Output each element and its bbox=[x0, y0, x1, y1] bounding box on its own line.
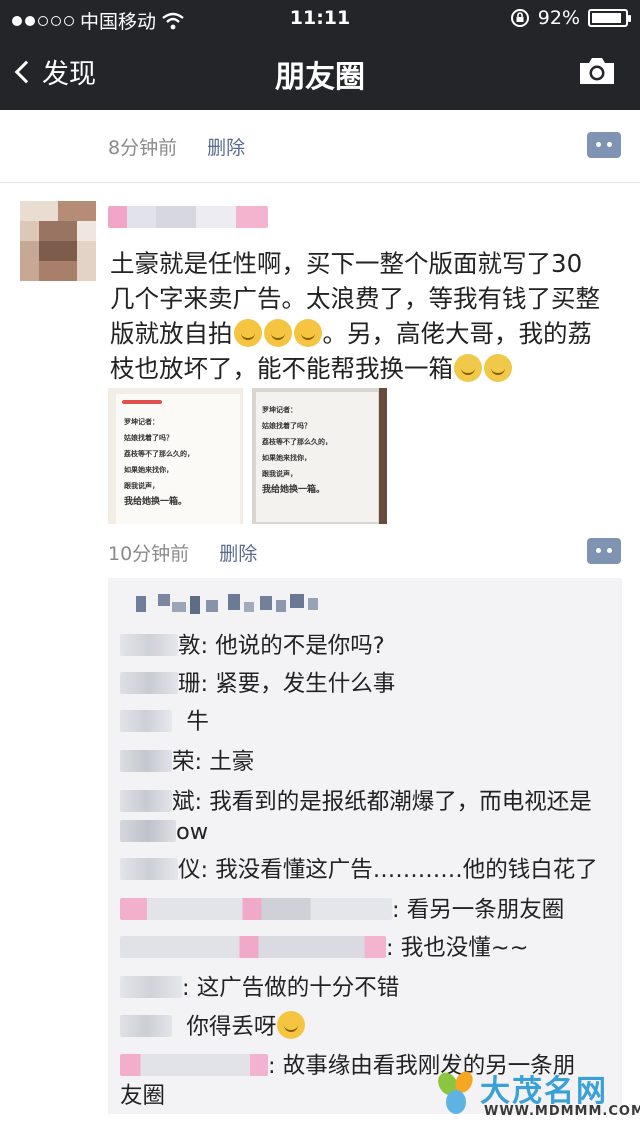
crying-emoji-icon bbox=[484, 354, 512, 382]
reply-names[interactable] bbox=[120, 898, 392, 920]
battery-percent: 92% bbox=[537, 7, 580, 29]
post-line-1: 土豪就是任性啊，买下一整个版面就写了30 bbox=[110, 249, 583, 278]
photo2-line-4: 如果她来找你， bbox=[262, 454, 311, 462]
smirk-emoji-icon bbox=[263, 319, 292, 347]
reply-names[interactable] bbox=[120, 936, 386, 958]
watermark-logo: 大茂名网 WWW.MDMMM.COM bbox=[436, 1066, 640, 1124]
commenter-name[interactable] bbox=[120, 634, 178, 656]
camera-icon[interactable] bbox=[578, 56, 616, 86]
commenter-name[interactable] bbox=[120, 858, 178, 880]
commenter-name-tail: 仪 bbox=[178, 857, 201, 883]
comment-row-continued: 友圈 bbox=[120, 1081, 165, 1111]
photo1-line-1: 罗坤记者： bbox=[124, 418, 159, 426]
post-photo-1[interactable]: 罗坤记者： 姑娘找着了吗？ 荔枝等不了那么久的， 如果她来找你， 跟我说声， 我… bbox=[108, 388, 243, 524]
battery-icon bbox=[588, 9, 631, 27]
post-more-button[interactable] bbox=[587, 538, 621, 564]
post-delete-link[interactable]: 删除 bbox=[219, 543, 257, 565]
photo1-line-2: 姑娘找着了吗？ bbox=[124, 434, 173, 442]
photo1-line-4: 如果她来找你， bbox=[124, 466, 173, 474]
avatar[interactable] bbox=[20, 201, 96, 281]
commenter-name-tail: 荣 bbox=[172, 749, 195, 775]
comment-text: 看另一条朋友圈 bbox=[406, 897, 565, 923]
leaf-logo-icon bbox=[438, 1071, 473, 1114]
comment-text: 你得丢呀 bbox=[186, 1014, 277, 1040]
comment-text: 我也没懂~~ bbox=[400, 935, 529, 961]
crying-emoji-icon bbox=[454, 354, 482, 382]
photo1-line-3: 荔枝等不了那么久的， bbox=[124, 450, 194, 458]
comment-text: 紧要，发生什么事 bbox=[215, 671, 396, 697]
comment-row[interactable]: 仪: 我没看懂这广告…………他的钱白花了 bbox=[120, 855, 598, 885]
blurred-text bbox=[120, 820, 176, 842]
commenter-name[interactable] bbox=[120, 976, 182, 998]
comment-row[interactable]: 珊: 紧要，发生什么事 bbox=[120, 669, 395, 699]
page-title: 朋友圈 bbox=[275, 60, 365, 95]
commenter-name-tail: 斌 bbox=[172, 789, 195, 815]
prev-post-time: 8分钟前 bbox=[108, 137, 178, 159]
prev-post-more-button[interactable] bbox=[587, 132, 621, 158]
comment-text: 他说的不是你吗? bbox=[215, 633, 385, 659]
post-line-4a: 枝也放坏了，能不能帮我换一箱 bbox=[110, 354, 453, 383]
watermark-url: WWW.MDMMM.COM bbox=[484, 1104, 640, 1119]
post-line-3b: 。另，高佬大哥，我的荔 bbox=[322, 319, 593, 348]
comment-row[interactable]: 荣: 土豪 bbox=[120, 747, 254, 777]
comment-text: 牛 bbox=[186, 709, 209, 735]
comment-row-continued: ow bbox=[120, 817, 208, 847]
comment-row[interactable]: 敦: 他说的不是你吗? bbox=[120, 631, 385, 661]
post-meta: 10分钟前 删除 bbox=[108, 539, 257, 566]
comment-text: 友圈 bbox=[120, 1083, 166, 1109]
status-bar: 中国移动 11:11 92% bbox=[0, 0, 640, 36]
post-line-3: 版就放自拍 。另，高佬大哥，我的荔 bbox=[110, 316, 620, 351]
commenter-name[interactable] bbox=[120, 672, 178, 694]
grin-emoji-icon bbox=[277, 1011, 306, 1039]
comment-text: 我没看懂这广告…………他的钱白花了 bbox=[215, 857, 598, 883]
photo2-line-3: 荔枝等不了那么久的， bbox=[262, 438, 332, 446]
status-right: 92% bbox=[510, 7, 631, 29]
post-author-name[interactable] bbox=[108, 206, 268, 228]
comment-row[interactable]: : 这广告做的十分不错 bbox=[120, 973, 399, 1003]
photo2-line-6: 我给她换一箱。 bbox=[262, 485, 326, 495]
commenter-name[interactable] bbox=[120, 710, 172, 732]
commenter-name-tail: 敦 bbox=[178, 633, 201, 659]
comment-text: 土豪 bbox=[209, 749, 255, 775]
prev-post-meta: 8分钟前 删除 bbox=[108, 133, 245, 160]
post-line-4: 枝也放坏了，能不能帮我换一箱 bbox=[110, 351, 620, 386]
nav-bar: 中国移动 11:11 92% 发现 朋友圈 bbox=[0, 0, 640, 110]
prev-post-delete-link[interactable]: 删除 bbox=[207, 137, 245, 159]
rotation-lock-icon bbox=[510, 9, 529, 27]
smirk-emoji-icon bbox=[233, 319, 262, 347]
comment-text: 我看到的是报纸都潮爆了，而电视还是 bbox=[209, 789, 592, 815]
commenter-name[interactable] bbox=[120, 1015, 172, 1037]
comment-row[interactable]: : 我也没懂~~ bbox=[120, 933, 528, 963]
comment-row[interactable]: 斌: 我看到的是报纸都潮爆了，而电视还是 bbox=[120, 787, 592, 817]
photo1-line-6: 我给她换一箱。 bbox=[124, 497, 188, 507]
comment-text: 这广告做的十分不错 bbox=[196, 975, 400, 1001]
comment-row[interactable]: : 看另一条朋友圈 bbox=[120, 895, 564, 925]
reply-names[interactable] bbox=[120, 1054, 268, 1076]
photo1-line-5: 跟我说声， bbox=[124, 482, 159, 490]
post-text: 土豪就是任性啊，买下一整个版面就写了30 几个字来卖广告。太浪费了，等我有钱了买… bbox=[110, 246, 620, 386]
comment-row[interactable]: 你得丢呀 bbox=[120, 1011, 306, 1042]
comment-text: ow bbox=[176, 819, 209, 845]
smirk-emoji-icon bbox=[293, 319, 322, 347]
post-time: 10分钟前 bbox=[108, 543, 190, 565]
post-photo-2[interactable]: 罗坤记者： 姑娘找着了吗？ 荔枝等不了那么久的， 如果她来找你， 跟我说声， 我… bbox=[252, 388, 387, 524]
post-line-3a: 版就放自拍 bbox=[110, 319, 233, 348]
commenter-name[interactable] bbox=[120, 790, 172, 812]
commenter-name[interactable] bbox=[120, 750, 172, 772]
comment-row[interactable]: 牛 bbox=[120, 707, 209, 737]
post-divider bbox=[0, 182, 640, 183]
photo2-line-2: 姑娘找着了吗？ bbox=[262, 422, 311, 430]
likes-row bbox=[136, 594, 318, 614]
commenter-name-tail: 珊 bbox=[178, 671, 201, 697]
photo2-line-5: 跟我说声， bbox=[262, 470, 297, 478]
photo2-line-1: 罗坤记者： bbox=[262, 406, 297, 414]
post-line-2: 几个字来卖广告。太浪费了，等我有钱了买整 bbox=[110, 284, 600, 313]
